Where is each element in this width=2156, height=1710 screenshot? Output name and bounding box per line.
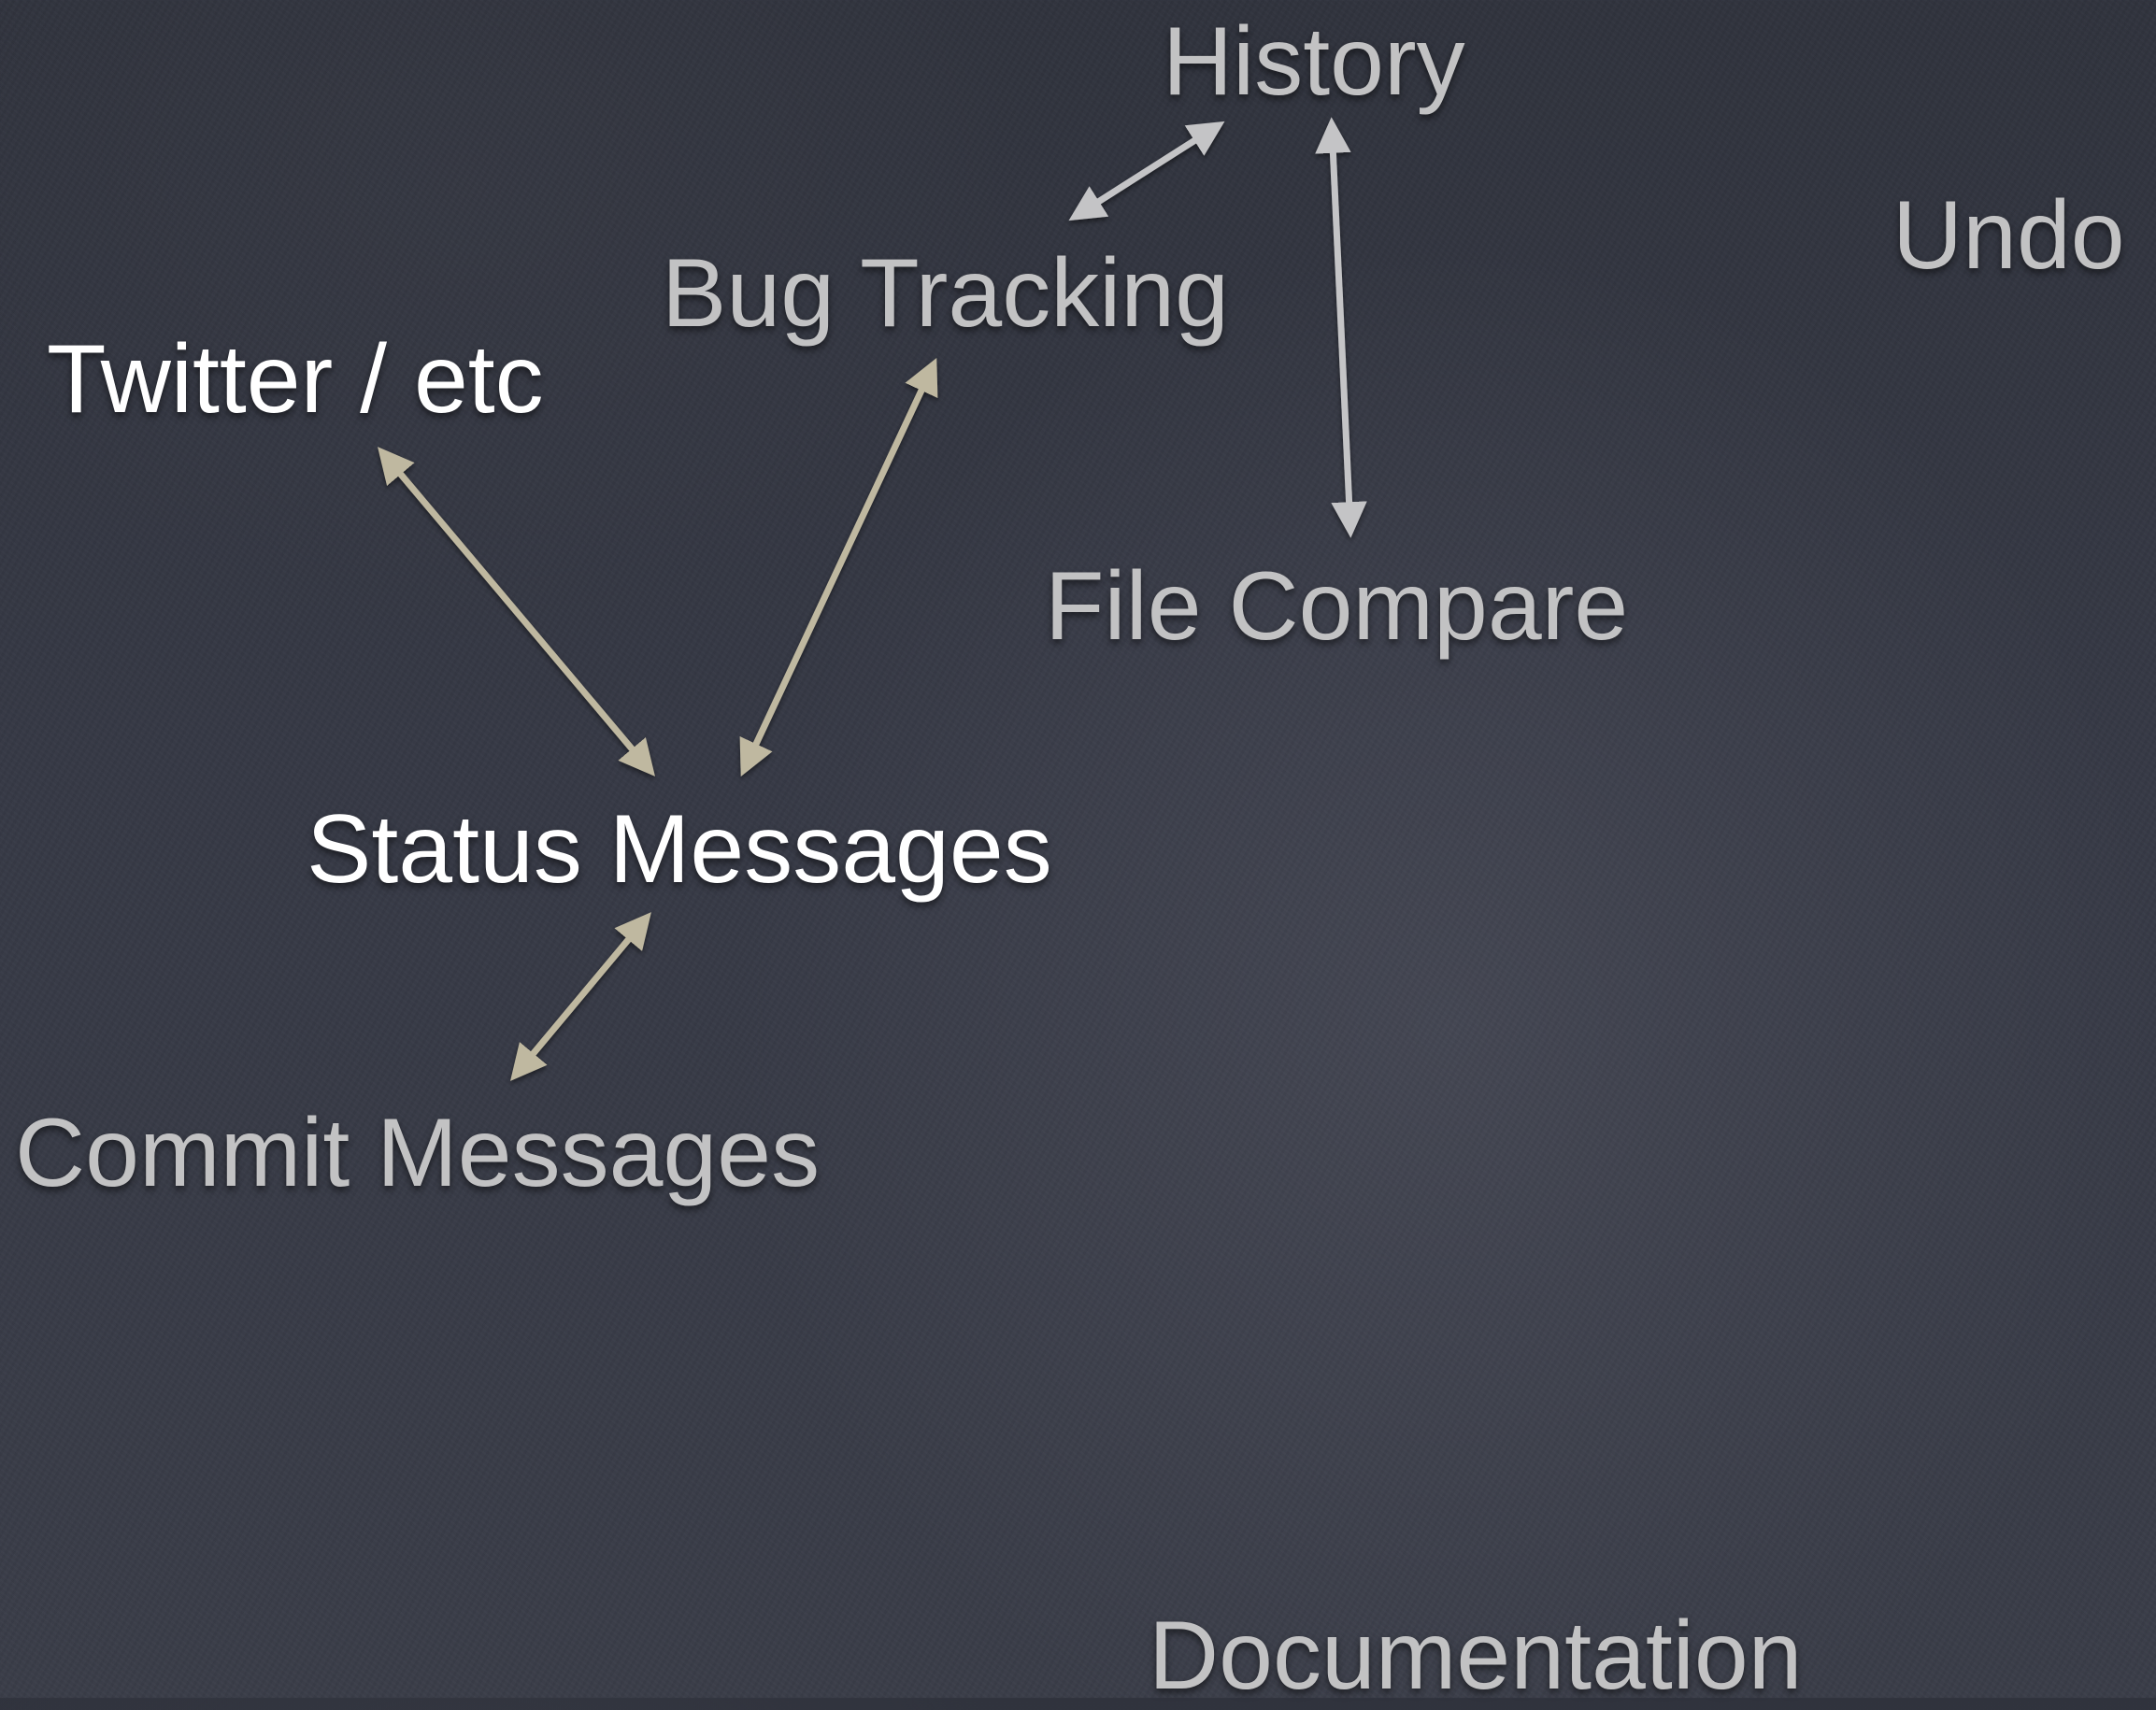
node-twitter: Twitter / etc bbox=[47, 325, 544, 434]
node-commit-messages: Commit Messages bbox=[15, 1099, 821, 1207]
arrow-bugtracking-history bbox=[1068, 121, 1225, 221]
arrow-status-commit bbox=[510, 912, 651, 1081]
node-undo: Undo bbox=[1892, 181, 2125, 290]
arrow-twitter-status bbox=[378, 447, 655, 777]
slide: History Undo Bug Tracking Twitter / etc … bbox=[0, 0, 2156, 1704]
arrow-bugtracking-status bbox=[739, 358, 938, 777]
node-status-messages: Status Messages bbox=[307, 795, 1052, 904]
node-file-compare: File Compare bbox=[1045, 552, 1629, 661]
node-history: History bbox=[1163, 7, 1465, 116]
node-bug-tracking: Bug Tracking bbox=[662, 239, 1229, 348]
arrow-history-filecompare bbox=[1315, 117, 1367, 538]
node-documentation: Documentation bbox=[1149, 1602, 1803, 1710]
